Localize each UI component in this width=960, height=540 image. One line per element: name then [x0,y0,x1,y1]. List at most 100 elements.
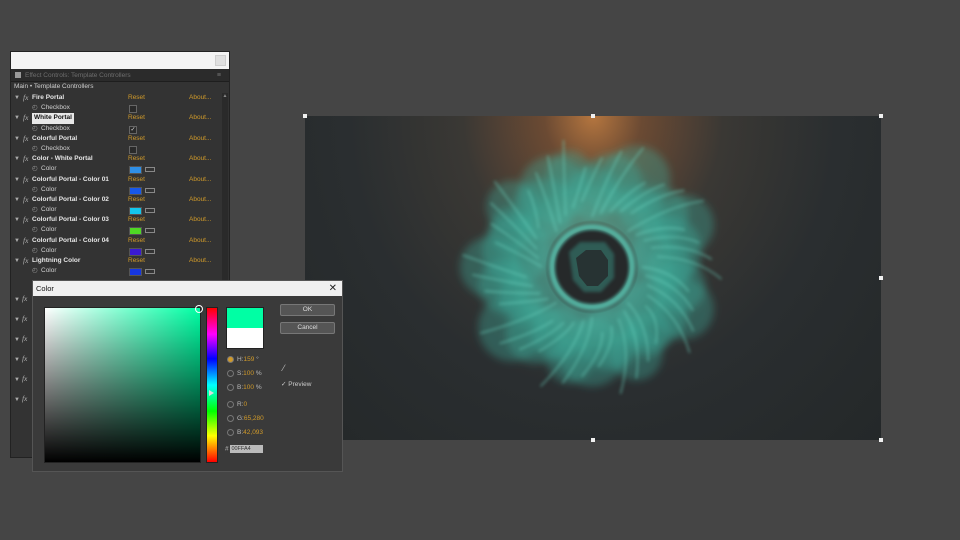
close-icon[interactable]: ✕ [329,281,337,296]
reset-link[interactable]: Reset [128,215,145,225]
color-swatch[interactable] [129,186,142,195]
twirl-down-icon[interactable]: ▼ [14,357,20,363]
color-field-row[interactable]: H:159 ° [227,355,259,365]
property-row[interactable]: ◴ Color [11,246,221,256]
property-row[interactable]: ◴ Color [11,164,221,175]
stopwatch-icon[interactable]: ◴ [32,225,38,235]
field-value[interactable]: 0 [244,401,248,408]
eyedropper-icon[interactable] [145,208,155,214]
effect-name[interactable]: Colorful Portal [32,134,77,144]
effect-row[interactable]: ▼ fx White Portal Reset About... [11,113,221,124]
effect-name[interactable]: White Portal [32,113,74,124]
field-value[interactable]: 100 [243,384,254,391]
twirl-down-icon[interactable]: ▼ [14,256,20,266]
reset-link[interactable]: Reset [128,195,145,205]
dialog-titlebar[interactable]: Color ✕ [33,281,342,296]
saturation-brightness-field[interactable] [44,305,203,463]
collapsed-effect-row[interactable]: ▼ fx [14,394,27,414]
fx-icon[interactable]: fx [22,354,27,363]
radio-button[interactable] [227,400,234,408]
reset-link[interactable]: Reset [128,236,145,246]
twirl-down-icon[interactable]: ▼ [14,377,20,383]
stopwatch-icon[interactable]: ◴ [32,144,38,154]
effect-name[interactable]: Lightning Color [32,256,80,266]
reset-link[interactable]: Reset [128,113,145,123]
twirl-down-icon[interactable]: ▼ [14,297,20,303]
effect-row[interactable]: ▼ fx Colorful Portal - Color 01 Reset About.… [11,175,221,185]
eyedropper-icon[interactable] [145,167,155,173]
field-value[interactable]: 159 [244,356,255,363]
effect-row[interactable]: ▼ fx Fire Portal Reset About... [11,93,221,103]
stopwatch-icon[interactable]: ◴ [32,205,38,215]
collapsed-effect-row[interactable]: ▼ fx [14,294,27,314]
fx-icon[interactable]: fx [23,215,28,225]
twirl-down-icon[interactable]: ▼ [14,236,20,246]
fx-icon[interactable]: fx [23,154,28,164]
radio-button[interactable] [227,383,234,391]
about-link[interactable]: About... [189,93,211,103]
panel-tab[interactable]: Effect Controls: Template Controllers ≡ [11,69,229,82]
twirl-down-icon[interactable]: ▼ [14,154,20,164]
property-row[interactable]: ◴ Color [11,205,221,216]
radio-button[interactable] [227,428,234,436]
transform-handle[interactable] [591,114,595,118]
reset-link[interactable]: Reset [128,134,145,144]
fx-icon[interactable]: fx [23,93,28,103]
property-row[interactable]: ◴ Color [11,185,221,195]
eyedropper-icon[interactable]: ⁄ [283,363,285,373]
composition-viewer[interactable] [305,116,881,440]
twirl-down-icon[interactable]: ▼ [14,397,20,403]
about-link[interactable]: About... [189,215,211,225]
color-picker-marker[interactable] [195,305,203,313]
about-link[interactable]: About... [189,134,211,144]
reset-link[interactable]: Reset [128,256,145,266]
ok-button[interactable]: OK [280,304,335,316]
effect-row[interactable]: ▼ fx Colorful Portal - Color 04 Reset About.… [11,236,221,246]
property-row[interactable]: ◴ Checkbox [11,144,221,154]
reset-link[interactable]: Reset [128,175,145,185]
color-swatch[interactable] [129,207,142,216]
fx-icon[interactable]: fx [23,134,28,144]
collapsed-effect-row[interactable]: ▼ fx [14,374,27,394]
fx-icon[interactable]: fx [23,113,28,123]
hue-slider[interactable] [206,307,218,463]
property-row[interactable]: ◴ Color [11,266,221,277]
eyedropper-icon[interactable] [145,269,155,275]
effect-name[interactable]: Fire Portal [32,93,64,103]
eyedropper-icon[interactable] [145,248,155,254]
hex-input[interactable]: 00FFA4 [230,445,264,453]
stopwatch-icon[interactable]: ◴ [32,103,38,113]
effect-row[interactable]: ▼ fx Colorful Portal Reset About... [11,134,221,144]
about-link[interactable]: About... [189,175,211,185]
twirl-down-icon[interactable]: ▼ [14,215,20,225]
color-swatch[interactable] [129,268,142,277]
original-color-swatch[interactable] [226,328,264,349]
reset-link[interactable]: Reset [128,93,145,103]
effect-name[interactable]: Colorful Portal - Color 02 [32,195,109,205]
hue-slider-arrow-icon[interactable] [209,390,214,396]
fx-icon[interactable]: fx [23,256,28,266]
transform-handle[interactable] [591,438,595,442]
eyedropper-icon[interactable] [145,187,155,193]
fx-icon[interactable]: fx [23,195,28,205]
fx-icon[interactable]: fx [22,314,27,323]
color-field-row[interactable]: G:65,280 [227,414,264,424]
effect-row[interactable]: ▼ fx Lightning Color Reset About... [11,256,221,266]
collapsed-effect-row[interactable]: ▼ fx [14,354,27,374]
transform-handle[interactable] [303,114,307,118]
effect-name[interactable]: Colorful Portal - Color 03 [32,215,109,225]
collapsed-effect-row[interactable]: ▼ fx [14,334,27,354]
stopwatch-icon[interactable]: ◴ [32,185,38,195]
about-link[interactable]: About... [189,236,211,246]
field-value[interactable]: 65,280 [244,415,264,422]
scroll-up-icon[interactable]: ▲ [222,93,228,99]
radio-button[interactable] [227,414,234,422]
about-link[interactable]: About... [189,113,211,123]
property-checkbox[interactable] [129,145,137,154]
effect-row[interactable]: ▼ fx Colorful Portal - Color 03 Reset About.… [11,215,221,225]
color-swatch[interactable] [129,247,142,256]
fx-icon[interactable]: fx [22,394,27,403]
property-row[interactable]: ◴ Checkbox ✓ [11,124,221,134]
fx-icon[interactable]: fx [23,175,28,185]
fx-icon[interactable]: fx [22,374,27,383]
